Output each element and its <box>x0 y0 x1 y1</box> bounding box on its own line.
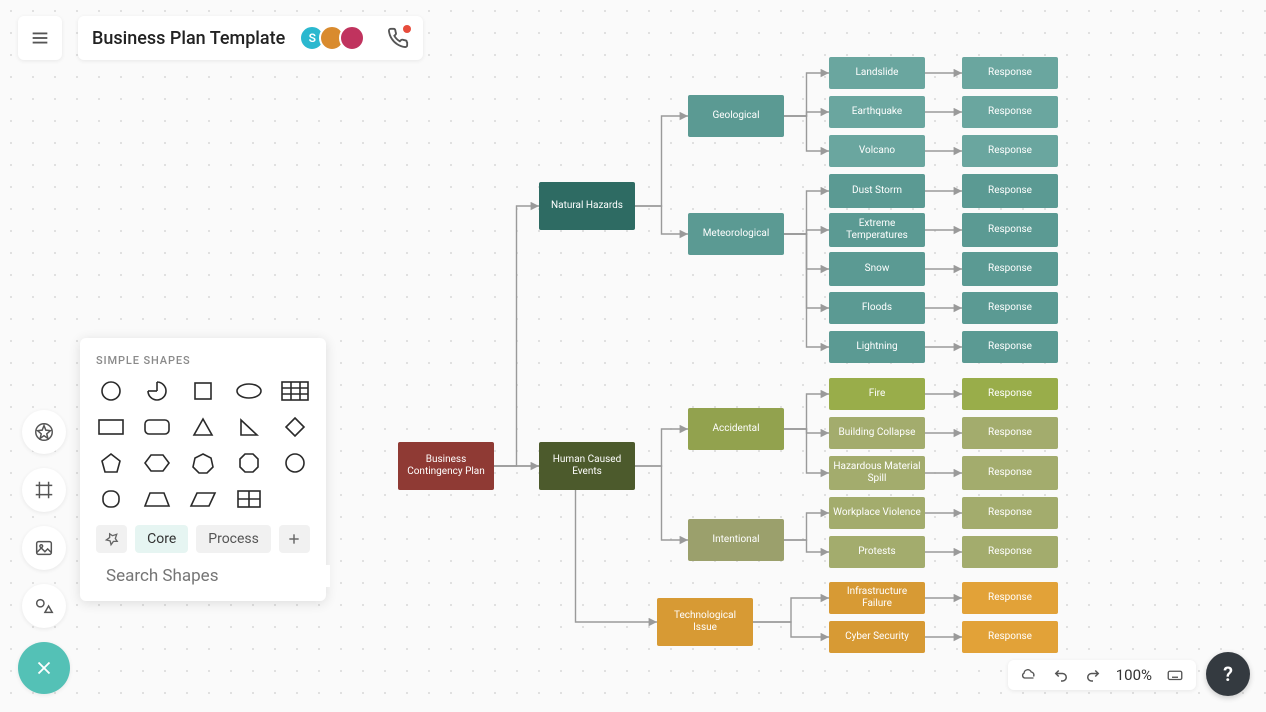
shape-trapezoid-icon[interactable] <box>142 487 172 511</box>
node-geo[interactable]: Geological <box>688 95 784 137</box>
call-icon[interactable] <box>387 27 409 49</box>
node-response-5[interactable]: Response <box>962 252 1058 286</box>
shape-parallelogram-icon[interactable] <box>188 487 218 511</box>
close-panel-button[interactable] <box>18 642 70 694</box>
node-met[interactable]: Meteorological <box>688 213 784 255</box>
node-response-2[interactable]: Response <box>962 135 1058 167</box>
node-response-1[interactable]: Response <box>962 96 1058 128</box>
node-tec[interactable]: Technological Issue <box>657 598 753 646</box>
node-leaf-5[interactable]: Snow <box>829 252 925 286</box>
node-response-12[interactable]: Response <box>962 536 1058 568</box>
node-response-0[interactable]: Response <box>962 57 1058 89</box>
node-leaf-1[interactable]: Earthquake <box>829 96 925 128</box>
shape-octagon-icon[interactable] <box>234 451 264 475</box>
shape-diamond-icon[interactable] <box>280 415 310 439</box>
node-leaf-2[interactable]: Volcano <box>829 135 925 167</box>
node-response-8[interactable]: Response <box>962 378 1058 410</box>
frame-tool-button[interactable] <box>22 468 66 512</box>
title-bar: Business Plan Template S <box>78 16 423 60</box>
shape-blank-icon <box>280 487 310 511</box>
node-hum[interactable]: Human Caused Events <box>539 442 635 490</box>
node-nat[interactable]: Natural Hazards <box>539 182 635 230</box>
node-leaf-10[interactable]: Hazardous Material Spill <box>829 456 925 490</box>
keyboard-icon[interactable] <box>1166 666 1184 684</box>
node-leaf-12[interactable]: Protests <box>829 536 925 568</box>
node-response-7[interactable]: Response <box>962 331 1058 363</box>
node-leaf-3[interactable]: Dust Storm <box>829 174 925 208</box>
hamburger-button[interactable] <box>18 16 62 60</box>
shape-rect-icon[interactable] <box>96 415 126 439</box>
document-title[interactable]: Business Plan Template <box>92 28 285 49</box>
node-leaf-14[interactable]: Cyber Security <box>829 621 925 653</box>
star-tool-button[interactable] <box>22 410 66 454</box>
undo-icon[interactable] <box>1052 666 1070 684</box>
node-leaf-8[interactable]: Fire <box>829 378 925 410</box>
node-response-11[interactable]: Response <box>962 497 1058 529</box>
shape-hexagon-icon[interactable] <box>142 451 172 475</box>
shape-table-icon[interactable] <box>280 379 310 403</box>
search-shapes-input[interactable] <box>104 565 330 587</box>
search-row <box>96 565 310 587</box>
node-acc[interactable]: Accidental <box>688 408 784 450</box>
node-response-13[interactable]: Response <box>962 582 1058 614</box>
node-root[interactable]: Business Contingency Plan <box>398 442 494 490</box>
left-toolbar <box>18 410 70 694</box>
pin-button[interactable] <box>96 525 127 553</box>
shape-arc-icon[interactable] <box>142 379 172 403</box>
node-response-10[interactable]: Response <box>962 456 1058 490</box>
shape-decagon-icon[interactable] <box>280 451 310 475</box>
collaborator-avatar[interactable] <box>339 25 365 51</box>
shape-circle-icon[interactable] <box>96 379 126 403</box>
node-leaf-9[interactable]: Building Collapse <box>829 417 925 449</box>
collaborator-avatars: S <box>299 25 365 51</box>
shapes-panel: SIMPLE SHAPES Core Process <box>80 338 326 601</box>
node-leaf-0[interactable]: Landslide <box>829 57 925 89</box>
node-leaf-13[interactable]: Infrastructure Failure <box>829 582 925 614</box>
bottom-right-controls: 100% <box>1008 660 1196 690</box>
shape-triangle-icon[interactable] <box>188 415 218 439</box>
node-response-9[interactable]: Response <box>962 417 1058 449</box>
node-int[interactable]: Intentional <box>688 519 784 561</box>
shape-pentagon-icon[interactable] <box>96 451 126 475</box>
node-leaf-4[interactable]: Extreme Temperatures <box>829 213 925 247</box>
shape-roundrect-icon[interactable] <box>142 415 172 439</box>
cloud-sync-icon[interactable] <box>1020 666 1038 684</box>
redo-icon[interactable] <box>1084 666 1102 684</box>
node-response-6[interactable]: Response <box>962 292 1058 324</box>
zoom-level[interactable]: 100% <box>1116 666 1152 684</box>
shapes-tool-button[interactable] <box>22 584 66 628</box>
node-leaf-7[interactable]: Lightning <box>829 331 925 363</box>
shape-library-tabs: Core Process <box>96 525 310 553</box>
node-response-4[interactable]: Response <box>962 213 1058 247</box>
shapes-panel-heading: SIMPLE SHAPES <box>96 354 310 367</box>
shape-square-icon[interactable] <box>188 379 218 403</box>
add-library-button[interactable] <box>279 525 310 553</box>
shape-rounded-square-icon[interactable] <box>96 487 126 511</box>
node-response-14[interactable]: Response <box>962 621 1058 653</box>
shape-right-triangle-icon[interactable] <box>234 415 264 439</box>
image-tool-button[interactable] <box>22 526 66 570</box>
node-leaf-6[interactable]: Floods <box>829 292 925 324</box>
shape-heptagon-icon[interactable] <box>188 451 218 475</box>
help-button[interactable]: ? <box>1206 652 1250 696</box>
tab-process[interactable]: Process <box>196 525 271 553</box>
tab-core[interactable]: Core <box>135 525 188 553</box>
shape-ellipse-icon[interactable] <box>234 379 264 403</box>
node-response-3[interactable]: Response <box>962 174 1058 208</box>
node-leaf-11[interactable]: Workplace Violence <box>829 497 925 529</box>
shape-grid <box>96 379 310 511</box>
shape-grid-icon[interactable] <box>234 487 264 511</box>
